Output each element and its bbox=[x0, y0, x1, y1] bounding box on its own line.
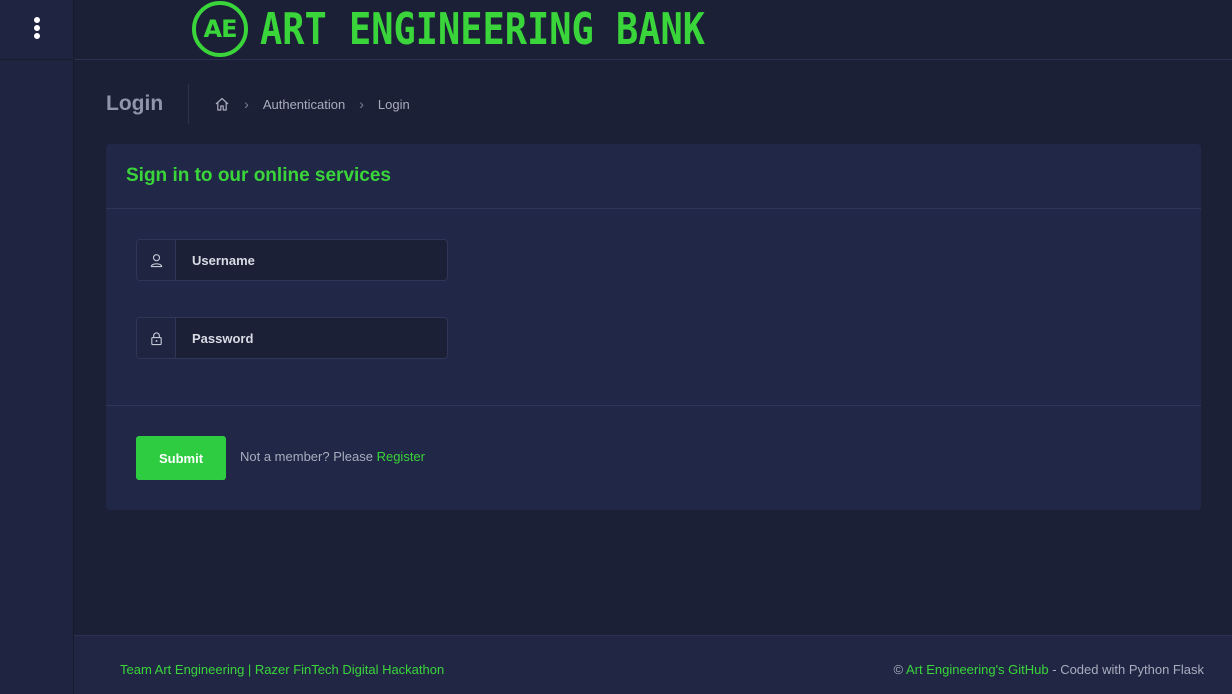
username-addon bbox=[137, 240, 176, 280]
kebab-dot bbox=[34, 25, 40, 31]
kebab-dot bbox=[34, 33, 40, 39]
card-header: Sign in to our online services bbox=[106, 144, 1201, 209]
hackathon-link[interactable]: Razer FinTech Digital Hackathon bbox=[255, 662, 444, 677]
footer-suffix: - Coded with Python Flask bbox=[1048, 662, 1204, 677]
kebab-dot bbox=[34, 17, 40, 23]
password-group bbox=[136, 317, 448, 359]
top-header: AE ART ENGINEERING BANK bbox=[74, 0, 1232, 60]
brand-logo: AE bbox=[192, 1, 248, 57]
kebab-menu-icon[interactable] bbox=[32, 17, 42, 39]
home-icon[interactable] bbox=[214, 96, 230, 112]
card-title: Sign in to our online services bbox=[126, 165, 391, 186]
lock-icon bbox=[150, 331, 162, 345]
card-body bbox=[106, 209, 1201, 406]
password-addon bbox=[137, 318, 176, 358]
password-input[interactable] bbox=[176, 318, 447, 358]
page-header: Login › Authentication › Login bbox=[106, 84, 410, 124]
user-icon bbox=[150, 253, 162, 267]
page-title: Login bbox=[106, 84, 190, 124]
card-footer: Submit Not a member? Please Register bbox=[106, 406, 1201, 509]
footer-separator: | bbox=[244, 662, 255, 677]
username-input[interactable] bbox=[176, 240, 447, 280]
username-group bbox=[136, 239, 448, 281]
copyright-symbol: © bbox=[893, 662, 906, 677]
team-link[interactable]: Team Art Engineering bbox=[120, 662, 244, 677]
brand[interactable]: AE ART ENGINEERING BANK bbox=[192, 1, 790, 57]
member-prompt-text: Not a member? Please bbox=[240, 449, 377, 464]
login-card: Sign in to our online services Username … bbox=[106, 144, 1201, 510]
brand-name: ART ENGINEERING BANK bbox=[260, 3, 706, 55]
chevron-right-icon: › bbox=[359, 96, 364, 112]
breadcrumb: › Authentication › Login bbox=[214, 96, 410, 112]
page-footer: Team Art Engineering | Razer FinTech Dig… bbox=[74, 635, 1232, 694]
breadcrumb-item-authentication[interactable]: Authentication bbox=[263, 97, 345, 112]
sidebar bbox=[0, 0, 74, 694]
submit-button[interactable]: Submit bbox=[136, 436, 226, 480]
footer-copyright: © Art Engineering's GitHub - Coded with … bbox=[893, 662, 1204, 677]
breadcrumb-item-login: Login bbox=[377, 96, 410, 112]
footer-credits: Team Art Engineering | Razer FinTech Dig… bbox=[120, 662, 444, 677]
github-link[interactable]: Art Engineering's GitHub bbox=[906, 662, 1049, 677]
register-link[interactable]: Register bbox=[377, 449, 425, 464]
chevron-right-icon: › bbox=[244, 96, 249, 112]
member-prompt: Not a member? Please Register bbox=[240, 449, 425, 464]
